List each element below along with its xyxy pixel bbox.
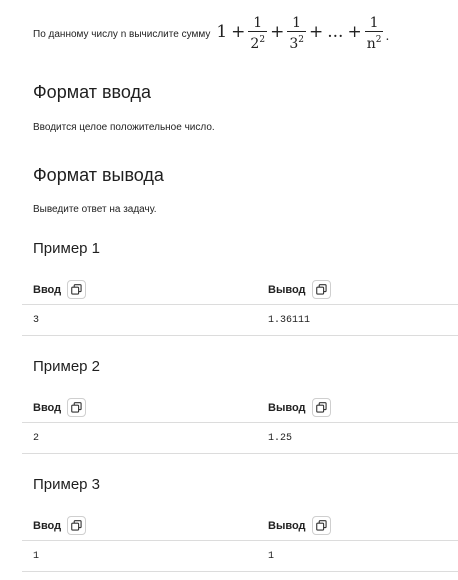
formula-fraction: 1 22 [248,15,268,52]
output-label: Вывод [268,283,306,296]
example-row: 1 1 [22,541,458,572]
example-header: Ввод Вывод [22,390,458,423]
formula-fraction: 1 n2 [364,15,384,52]
example-title: Пример 3 [33,476,101,493]
example-table: Ввод Вывод 3 1.36111 [22,272,458,336]
copy-output-button[interactable] [311,280,331,299]
example-output-value: 1.36111 [268,315,311,326]
example-title: Пример 1 [33,240,101,257]
copy-output-button[interactable] [311,398,331,417]
copy-icon [315,284,327,295]
copy-input-button[interactable] [67,516,87,535]
problem-statement: По данному числу n вычислите сумму 1 + 1… [33,12,389,56]
example-header: Ввод Вывод [22,272,458,305]
formula-plus: + [308,21,324,42]
formula-fraction: 1 32 [287,16,306,52]
example-table: Ввод Вывод 1 1 [22,508,458,572]
copy-icon [71,520,82,531]
input-label: Ввод [33,283,62,296]
input-column: Ввод [33,280,87,299]
example-table: Ввод Вывод 2 1.25 [22,390,458,454]
copy-icon [71,284,82,295]
input-format-title: Формат ввода [33,82,151,102]
fraction-denominator: 22 [250,35,266,52]
input-format-text: Вводится целое положительное число. [33,122,215,133]
fraction-denominator: 32 [289,35,304,52]
copy-input-button[interactable] [67,398,87,417]
output-label: Вывод [268,401,306,414]
formula-plus: + [270,21,285,42]
fraction-numerator: 1 [292,15,302,31]
input-label: Ввод [33,519,62,532]
example-input-value: 3 [33,315,40,326]
formula-ellipsis: ... [327,21,344,42]
formula-plus: + [231,21,246,42]
sum-formula: 1 + 1 22 + 1 32 + ... + 1 n2 . [214,15,390,53]
copy-input-button[interactable] [67,280,87,299]
output-column: Вывод [268,516,331,535]
output-label: Вывод [268,519,306,532]
problem-page: По данному числу n вычислите сумму 1 + 1… [0,0,458,580]
fraction-denominator: n2 [366,35,382,52]
example-output-value: 1.25 [268,433,293,444]
statement-text: По данному числу n вычислите сумму [33,28,211,40]
output-column: Вывод [268,280,331,299]
fraction-numerator: 1 [253,15,263,31]
example-row: 2 1.25 [22,423,458,454]
example-header: Ввод Вывод [22,508,458,541]
copy-output-button[interactable] [311,516,331,535]
formula-plus: + [347,21,362,42]
formula-lead: 1 [216,21,228,42]
example-input-value: 2 [33,433,40,444]
copy-icon [71,402,82,413]
copy-icon [315,402,327,413]
fraction-numerator: 1 [369,15,379,31]
example-output-value: 1 [268,551,275,562]
example-input-value: 1 [33,551,40,562]
output-column: Вывод [268,398,331,417]
input-column: Ввод [33,516,87,535]
formula-end: . [385,29,390,43]
output-format-text: Выведите ответ на задачу. [33,204,157,215]
example-title: Пример 2 [33,358,101,375]
input-column: Ввод [33,398,87,417]
copy-icon [315,520,327,531]
example-row: 3 1.36111 [22,305,458,336]
output-format-title: Формат вывода [33,165,164,185]
input-label: Ввод [33,401,62,414]
